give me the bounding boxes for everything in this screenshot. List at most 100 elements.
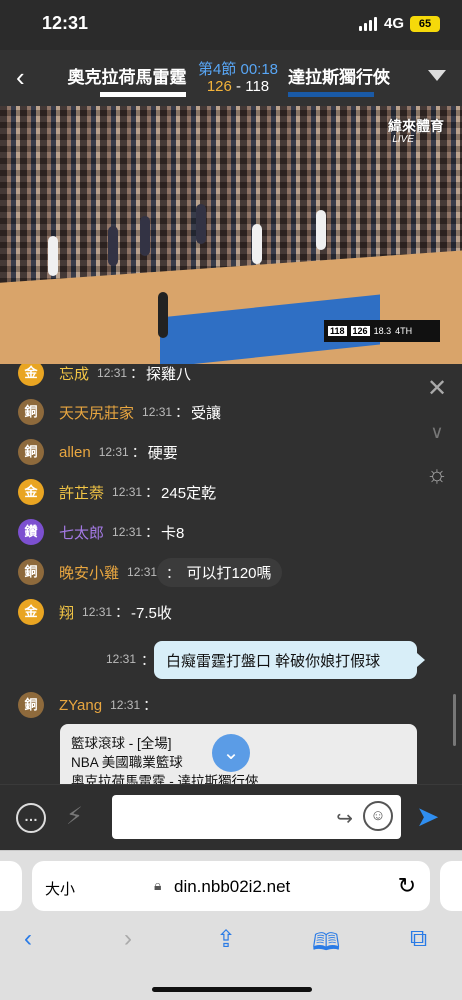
- text-size-button[interactable]: 大小: [45, 878, 75, 899]
- message-text: 受讓: [191, 404, 222, 422]
- colon: ：: [166, 564, 181, 581]
- chat-panel: 金 忘成 12:31 ： 探雞八 銅 天天尻莊家 12:31 ： 受讓 銅 al…: [0, 364, 462, 784]
- username[interactable]: 天天尻莊家: [59, 402, 134, 423]
- username[interactable]: 七太郎: [59, 522, 104, 543]
- referee: [158, 292, 168, 338]
- colon: ：: [145, 484, 160, 500]
- emoji-icon[interactable]: ☺: [363, 801, 393, 831]
- bubble-tail: [417, 653, 425, 667]
- clock: 12:31: [42, 13, 89, 33]
- player: [196, 204, 206, 244]
- username[interactable]: 許芷萘: [59, 482, 104, 503]
- message-time: 12:31: [82, 605, 113, 619]
- message-input[interactable]: ↪ ☺: [112, 795, 401, 839]
- bronze-badge: 銅: [18, 559, 44, 585]
- chat-bubble-icon[interactable]: …: [16, 803, 46, 833]
- bookmarks-icon[interactable]: 🕮︎: [312, 925, 340, 966]
- next-tab-peek[interactable]: [440, 861, 462, 911]
- url-text[interactable]: din.nbb02i2.net: [174, 877, 290, 897]
- username[interactable]: 忘成: [59, 364, 89, 384]
- message-text: 卡8: [161, 524, 185, 542]
- share-nav-icon[interactable]: ⇪: [216, 925, 236, 954]
- brightness-icon[interactable]: ☼: [424, 462, 450, 488]
- message-text: -7.5收: [131, 604, 172, 622]
- player: [48, 236, 58, 276]
- chat-message: 銅 allen 12:31 ： 硬要: [18, 439, 178, 465]
- colon: ：: [175, 404, 190, 420]
- chat-input-bar: … ⚡︎ ↪ ☺ ➤: [0, 784, 462, 850]
- message-time: 12:31: [127, 565, 158, 579]
- message-text: 硬要: [147, 444, 178, 462]
- scoreline: 126 - 118: [193, 78, 283, 95]
- home-indicator: [152, 987, 312, 992]
- message-time: 12:31: [142, 405, 173, 419]
- colon: ：: [143, 697, 158, 713]
- bronze-badge: 銅: [18, 439, 44, 465]
- away-score: 118: [245, 78, 270, 95]
- my-message-bubble: 白癡雷霆打盤口 幹破你娘打假球: [154, 641, 417, 679]
- message-time: 12:31: [112, 485, 143, 499]
- status-bar: 12:31 4G 65: [0, 0, 462, 50]
- score-separator: -: [231, 78, 246, 95]
- colon: ：: [131, 444, 146, 460]
- lock-icon: 🔒︎: [154, 877, 162, 893]
- away-team-color-bar: [288, 92, 374, 97]
- gold-badge: 金: [18, 599, 44, 625]
- back-nav-icon[interactable]: ‹: [24, 925, 32, 953]
- player: [316, 210, 326, 250]
- live-tag: LIVE: [392, 134, 414, 145]
- colon: ：: [115, 604, 130, 620]
- home-team-color-bar: [100, 92, 186, 97]
- chat-message: 鑽 七太郎 12:31 ： 卡8: [18, 519, 184, 545]
- live-video[interactable]: 緯來體育 LIVE 118 126 18.3 4TH: [0, 106, 462, 364]
- address-bar[interactable]: 大小 🔒︎ din.nbb02i2.net ↻: [32, 861, 430, 911]
- away-team-name: 達拉斯獨行俠: [288, 68, 390, 87]
- bug-away-score: 118: [328, 326, 347, 336]
- chat-message: 金 忘成 12:31 ： 探雞八: [18, 364, 191, 386]
- close-icon[interactable]: ✕: [426, 377, 448, 401]
- message-time: 12:31: [110, 698, 141, 712]
- my-message-time: 12:31: [106, 652, 137, 666]
- diamond-badge: 鑽: [18, 519, 44, 545]
- back-icon[interactable]: ‹: [16, 62, 40, 92]
- gold-badge: 金: [18, 364, 44, 386]
- tabs-icon[interactable]: ⧉: [410, 925, 427, 953]
- colon: ：: [145, 524, 160, 540]
- home-score: 126: [206, 78, 232, 95]
- scrollbar[interactable]: [453, 694, 456, 746]
- bug-home-score: 126: [350, 326, 370, 336]
- send-icon[interactable]: ➤: [416, 803, 439, 831]
- username[interactable]: 翔: [59, 602, 74, 623]
- message-time: 12:31: [98, 445, 129, 459]
- username[interactable]: allen: [59, 444, 91, 461]
- player: [140, 216, 150, 256]
- chat-message: 銅 天天尻莊家 12:31 ： 受讓: [18, 399, 221, 425]
- home-team-name: 奧克拉荷馬雷霆: [67, 68, 187, 87]
- share-icon[interactable]: ↪: [336, 806, 353, 831]
- highlighted-message: ： 可以打120嗎: [157, 557, 282, 587]
- username[interactable]: ZYang: [59, 697, 102, 714]
- username[interactable]: 晚安小雞: [59, 562, 119, 583]
- colon: ：: [130, 365, 145, 381]
- game-clock: 第4節 00:18: [197, 61, 279, 78]
- dropdown-icon[interactable]: [428, 70, 446, 81]
- forward-nav-icon[interactable]: ›: [124, 925, 132, 953]
- chevron-down-icon[interactable]: ∨: [426, 422, 448, 444]
- gold-badge: 金: [18, 479, 44, 505]
- network-type: 4G: [383, 15, 404, 32]
- bug-time: 18.3: [373, 326, 392, 336]
- colon: ：: [141, 652, 155, 668]
- reload-icon[interactable]: ↻: [398, 873, 416, 899]
- player: [108, 226, 118, 266]
- chat-message: 金 翔 12:31 ： -7.5收: [18, 599, 172, 625]
- chat-message: 銅 晚安小雞 12:31 ： 可以打120嗎: [18, 557, 282, 587]
- game-header: ‹ 奧克拉荷馬雷霆 第4節 00:18 126 - 118 達拉斯獨行俠: [0, 50, 462, 106]
- bronze-badge: 銅: [18, 692, 44, 718]
- scroll-down-icon[interactable]: ⌄: [212, 734, 250, 772]
- bolt-icon[interactable]: ⚡︎: [66, 802, 83, 831]
- prev-tab-peek[interactable]: [0, 861, 22, 911]
- message-text: 可以打120嗎: [186, 564, 272, 582]
- card-line: 奧克拉荷馬雷霆 - 達拉斯獨行俠: [71, 774, 259, 784]
- browser-toolbar: 大小 🔒︎ din.nbb02i2.net ↻ ‹ › ⇪ 🕮︎ ⧉: [0, 850, 462, 1000]
- message-time: 12:31: [112, 525, 143, 539]
